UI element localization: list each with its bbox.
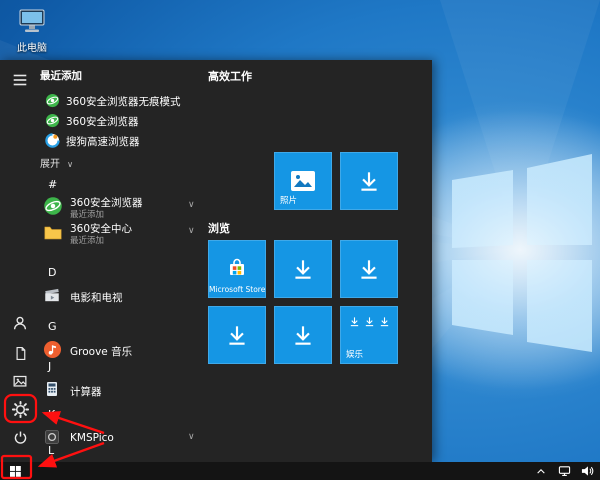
app-item-360-incognito[interactable]: 360安全浏览器无痕模式	[40, 91, 216, 111]
menu-expand-button[interactable]	[0, 66, 40, 94]
download-icon	[295, 326, 311, 345]
browser-360-icon	[43, 196, 63, 216]
download-icons-row	[341, 316, 397, 327]
expand-label: 展开	[40, 159, 60, 170]
volume-icon	[581, 466, 593, 476]
app-label: 计算器	[70, 386, 102, 398]
tile-group-productivity-header[interactable]: 高效工作	[208, 68, 252, 83]
sogou-browser-icon	[45, 133, 60, 148]
download-icon	[350, 317, 358, 327]
tile-label: Microsoft Store	[209, 285, 266, 294]
app-sublabel: 最近添加	[70, 210, 105, 220]
tile-download-2[interactable]	[274, 240, 332, 298]
download-icon	[365, 317, 373, 327]
tile-entertainment[interactable]: 娱乐	[340, 306, 398, 364]
section-header-k[interactable]: K	[48, 408, 55, 422]
expand-button[interactable]: 展开 ∨	[40, 155, 73, 171]
browser-360-incognito-icon	[45, 93, 60, 108]
documents-icon	[16, 346, 25, 360]
tile-group-browse-header[interactable]: 浏览	[208, 220, 230, 235]
chevron-down-icon: ∨	[188, 200, 195, 210]
chevron-up-icon	[537, 468, 545, 474]
calculator-icon	[43, 380, 63, 400]
recently-added-header: 最近添加	[40, 70, 82, 82]
section-header-hash[interactable]: #	[48, 178, 57, 192]
photo-icon	[291, 171, 315, 191]
power-icon	[14, 431, 26, 444]
this-pc-icon[interactable]: 此电脑	[8, 8, 56, 54]
documents-button[interactable]	[0, 339, 40, 367]
settings-gear-icon	[11, 400, 29, 418]
app-item-movies-tv[interactable]: 电影和电视	[40, 284, 216, 310]
user-icon	[13, 316, 27, 330]
download-icon	[229, 326, 245, 345]
app-folder-360-center[interactable]: 360安全中心 最近添加 ∨	[40, 220, 216, 246]
app-sublabel: 最近添加	[70, 236, 105, 246]
app-list: 最近添加 360安全浏览器无痕模式 360安全浏览器 搜狗高速浏览器 展开 ∨ …	[40, 60, 220, 462]
tile-microsoft-store[interactable]: Microsoft Store	[208, 240, 266, 298]
settings-button[interactable]	[0, 395, 40, 423]
section-header-j[interactable]: J	[48, 360, 51, 374]
pictures-button[interactable]	[0, 367, 40, 395]
app-label: 搜狗高速浏览器	[66, 136, 140, 148]
tile-download-4[interactable]	[208, 306, 266, 364]
download-icon	[380, 317, 388, 327]
tray-expand-button[interactable]	[534, 464, 548, 478]
app-label: 360安全浏览器无痕模式	[66, 96, 181, 108]
tile-label: 照片	[280, 196, 298, 206]
user-button[interactable]	[0, 309, 40, 337]
groove-music-icon	[43, 340, 63, 360]
tile-area: 高效工作 照片 浏览 Microsoft Store 娱乐	[208, 60, 432, 462]
app-item-kmspico[interactable]: KMSPico ∨	[40, 426, 216, 452]
browser-360-icon	[45, 113, 60, 128]
power-button[interactable]	[0, 423, 40, 451]
app-item-groove-music[interactable]: Groove 音乐	[40, 338, 216, 364]
app-label: 360安全浏览器	[66, 116, 139, 128]
section-header-d[interactable]: D	[48, 266, 56, 280]
start-button[interactable]	[0, 462, 30, 480]
tile-photos[interactable]: 照片	[274, 152, 332, 210]
store-bag-icon	[230, 258, 244, 275]
tile-label: 娱乐	[346, 350, 364, 360]
hamburger-icon	[13, 74, 27, 86]
section-header-g[interactable]: G	[48, 320, 57, 334]
taskbar	[0, 462, 600, 480]
tile-download-5[interactable]	[274, 306, 332, 364]
system-tray	[534, 462, 594, 480]
pictures-icon	[13, 375, 27, 387]
chevron-down-icon: ∨	[67, 160, 74, 170]
chevron-down-icon: ∨	[188, 432, 195, 442]
app-label: 电影和电视	[70, 292, 123, 304]
tile-download-3[interactable]	[340, 240, 398, 298]
network-button[interactable]	[557, 464, 571, 478]
monitor-icon	[19, 9, 45, 32]
desktop: 此电脑 最近添加 360安全浏览器无痕模式 360安全浏览器 搜狗高速浏览器 展…	[0, 0, 600, 480]
section-header-l[interactable]: L	[48, 444, 54, 458]
this-pc-label: 此电脑	[17, 43, 47, 54]
start-menu-rail	[0, 60, 40, 462]
app-item-360-browser-recent[interactable]: 360安全浏览器	[40, 111, 216, 131]
network-icon	[558, 466, 570, 476]
start-menu-panel: 最近添加 360安全浏览器无痕模式 360安全浏览器 搜狗高速浏览器 展开 ∨ …	[0, 60, 432, 462]
download-icon	[361, 172, 377, 191]
app-item-calculator[interactable]: 计算器	[40, 378, 216, 404]
tile-download-1[interactable]	[340, 152, 398, 210]
movies-tv-icon	[43, 286, 63, 306]
folder-icon	[43, 222, 63, 242]
chevron-down-icon: ∨	[188, 226, 195, 236]
app-label: Groove 音乐	[70, 346, 133, 358]
volume-button[interactable]	[580, 464, 594, 478]
download-icon	[361, 260, 377, 279]
windows-logo-icon	[9, 465, 21, 477]
app-label: KMSPico	[70, 432, 114, 444]
app-item-360-browser[interactable]: 360安全浏览器 最近添加 ∨	[40, 194, 216, 220]
download-icon	[295, 260, 311, 279]
app-item-sogou-browser[interactable]: 搜狗高速浏览器	[40, 131, 216, 151]
